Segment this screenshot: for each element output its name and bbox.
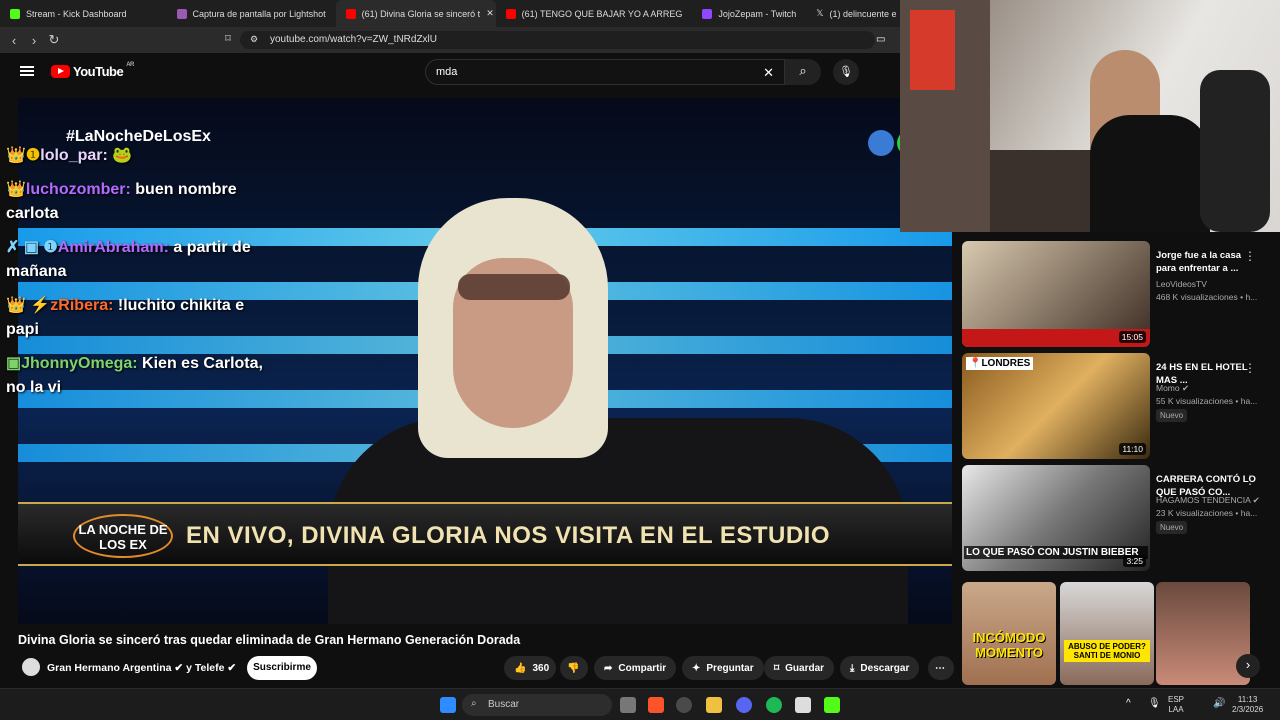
share-button[interactable]: ➦ Compartir: [594, 656, 677, 680]
more-vert-icon[interactable]: ⋮: [1244, 361, 1256, 375]
url-field[interactable]: ⚙ youtube.com/watch?v=ZW_tNRdZxlU: [240, 31, 875, 49]
cam-shirt: [1090, 115, 1210, 232]
ask-button[interactable]: ✦ Preguntar: [682, 656, 764, 680]
voice-search-button[interactable]: 🎙: [833, 59, 859, 85]
youtube-icon: [505, 8, 516, 19]
clock[interactable]: 11:13 2/3/2026: [1232, 695, 1263, 715]
more-button[interactable]: ⋯: [928, 656, 954, 680]
recommended-video[interactable]: 15:05 Jorge fue a la casa para enfrentar…: [962, 241, 1280, 347]
short-thumbnail[interactable]: INCÓMODO MOMENTO: [962, 582, 1056, 685]
site-info-icon[interactable]: ⚙: [250, 34, 258, 45]
cam-poster: [910, 10, 955, 90]
chat-message: 👑luchozomber: buen nombre carlota: [6, 181, 237, 222]
chevron-up-icon[interactable]: ^: [1126, 698, 1131, 709]
clear-search-icon[interactable]: ✕: [763, 65, 774, 81]
windows-taskbar: ⌕ Buscar ^ 🎙 ESP LAA 🔊 11:13 2/3/2026: [0, 688, 1280, 720]
mic-icon: 🎙: [839, 66, 853, 78]
file-explorer-icon[interactable]: [706, 697, 722, 713]
lower-third-banner: LA NOCHE DE LOS EX EN VIVO, DIVINA GLORI…: [18, 502, 952, 566]
chat-message: 👑❶lolo_par: 🐸: [6, 147, 133, 164]
tab-divina-gloria[interactable]: (61) Divina Gloria se sinceró t ✕: [335, 0, 496, 27]
reload-icon[interactable]: ↻: [44, 32, 64, 48]
discord-icon[interactable]: [736, 697, 752, 713]
tab-tengo-que-bajar[interactable]: (61) TENGO QUE BAJAR YO A ARREG: [496, 0, 693, 27]
save-button[interactable]: ⌑ Guardar: [764, 656, 835, 680]
task-view-icon[interactable]: [620, 697, 636, 713]
chrome-icon[interactable]: [676, 697, 692, 713]
x-icon: 𝕏: [816, 8, 824, 18]
bookmark-icon: ⌑: [774, 662, 780, 674]
download-button[interactable]: ⤓ Descargar: [840, 656, 920, 680]
youtube-logo[interactable]: YouTube AR: [51, 62, 134, 79]
share-icon: ➦: [604, 662, 613, 674]
thumbs-up-icon: 👍: [514, 662, 527, 674]
chat-message: ▣JhonnyOmega: Kien es Carlota, no la vi: [6, 355, 263, 396]
kick-icon: [10, 8, 20, 19]
more-icon: ⋯: [935, 662, 945, 674]
youtube-header: YouTube AR mda ✕ ⌕ 🎙: [0, 53, 900, 93]
tab-x[interactable]: 𝕏 (1) delincuente e: [806, 0, 906, 27]
channel-action-row: Gran Hermano Argentina ✔ y Telefe ✔ Susc…: [18, 655, 958, 681]
brave-icon[interactable]: [648, 697, 664, 713]
sparkle-icon: ✦: [692, 662, 701, 674]
next-arrow-icon[interactable]: ›: [1236, 654, 1260, 678]
kick-icon[interactable]: [824, 697, 840, 713]
recommended-video[interactable]: 📍LONDRES 11:10 24 HS EN EL HOTEL MAS ...…: [962, 353, 1280, 459]
like-button[interactable]: 👍 360: [504, 656, 556, 680]
search-input[interactable]: mda ✕: [425, 59, 785, 85]
bookmark-icon[interactable]: ⌑: [218, 32, 238, 45]
more-vert-icon[interactable]: ⋮: [1244, 249, 1256, 263]
webcam-overlay: [900, 0, 1280, 232]
lightshot-icon: [176, 8, 187, 19]
stream-chat-overlay: 👑❶lolo_par: 🐸 👑luchozomber: buen nombre …: [6, 144, 276, 410]
tab-lightshot[interactable]: Captura de pantalla por Lightshot: [167, 0, 336, 27]
lower-third-text: EN VIVO, DIVINA GLORIA NOS VISITA EN EL …: [186, 522, 831, 549]
youtube-play-icon: [51, 65, 70, 78]
shorts-shelf: INCÓMODO MOMENTO ABUSO DE PODER? SANTI D…: [962, 582, 1280, 685]
cast-icon[interactable]: ▭: [876, 34, 885, 45]
windows-start-icon[interactable]: [440, 697, 456, 713]
tab-twitch[interactable]: JojoZepam - Twitch: [692, 0, 806, 27]
search-icon: ⌕: [799, 63, 807, 78]
cam-chair: [1200, 70, 1270, 232]
search-button[interactable]: ⌕: [785, 59, 821, 85]
mic-icon[interactable]: 🎙: [1148, 698, 1161, 709]
twitch-icon: [702, 8, 713, 19]
chat-message: ✗ ▣ ❶AmirAbraham: a partir de mañana: [6, 239, 251, 280]
tab-kick-dashboard[interactable]: Stream - Kick Dashboard: [0, 0, 137, 27]
thumbs-down-icon: 👎: [567, 662, 580, 674]
video-thumbnail[interactable]: 15:05: [962, 241, 1150, 347]
forward-icon[interactable]: ›: [24, 33, 44, 48]
obs-icon[interactable]: [795, 697, 811, 713]
short-thumbnail[interactable]: ABUSO DE PODER? SANTI DE MONIO: [1060, 582, 1154, 685]
video-title: Divina Gloria se sinceró tras quedar eli…: [18, 633, 521, 647]
address-bar-row: ‹ › ↻ ⌑ ⚙ youtube.com/watch?v=ZW_tNRdZxl…: [0, 27, 900, 53]
chat-message: 👑 ⚡zRibera: !luchito chikita e papi: [6, 297, 245, 338]
youtube-icon: [345, 8, 356, 19]
channel-name[interactable]: Gran Hermano Argentina ✔ y Telefe ✔: [47, 662, 236, 674]
speaker-icon[interactable]: 🔊: [1213, 698, 1225, 709]
more-vert-icon[interactable]: ⋮: [1244, 473, 1256, 487]
video-thumbnail[interactable]: 📍LONDRES 11:10: [962, 353, 1150, 459]
subscribe-button[interactable]: Suscribirme: [247, 656, 317, 680]
download-icon: ⤓: [850, 662, 855, 674]
video-thumbnail[interactable]: LO QUE PASÓ CON JUSTIN BIEBER 3:25: [962, 465, 1150, 571]
show-logo: LA NOCHE DE LOS EX: [73, 514, 173, 558]
menu-icon[interactable]: [20, 66, 34, 76]
back-icon[interactable]: ‹: [4, 33, 24, 48]
taskbar-search[interactable]: ⌕ Buscar: [462, 694, 612, 716]
search-icon: ⌕: [471, 698, 477, 709]
dislike-button[interactable]: 👎: [560, 656, 588, 680]
spotify-icon[interactable]: [766, 697, 782, 713]
close-icon[interactable]: ✕: [486, 8, 494, 19]
language-indicator[interactable]: ESP LAA: [1168, 695, 1184, 715]
avatar[interactable]: [22, 658, 40, 676]
recommended-video[interactable]: LO QUE PASÓ CON JUSTIN BIEBER 3:25 CARRE…: [962, 465, 1280, 571]
